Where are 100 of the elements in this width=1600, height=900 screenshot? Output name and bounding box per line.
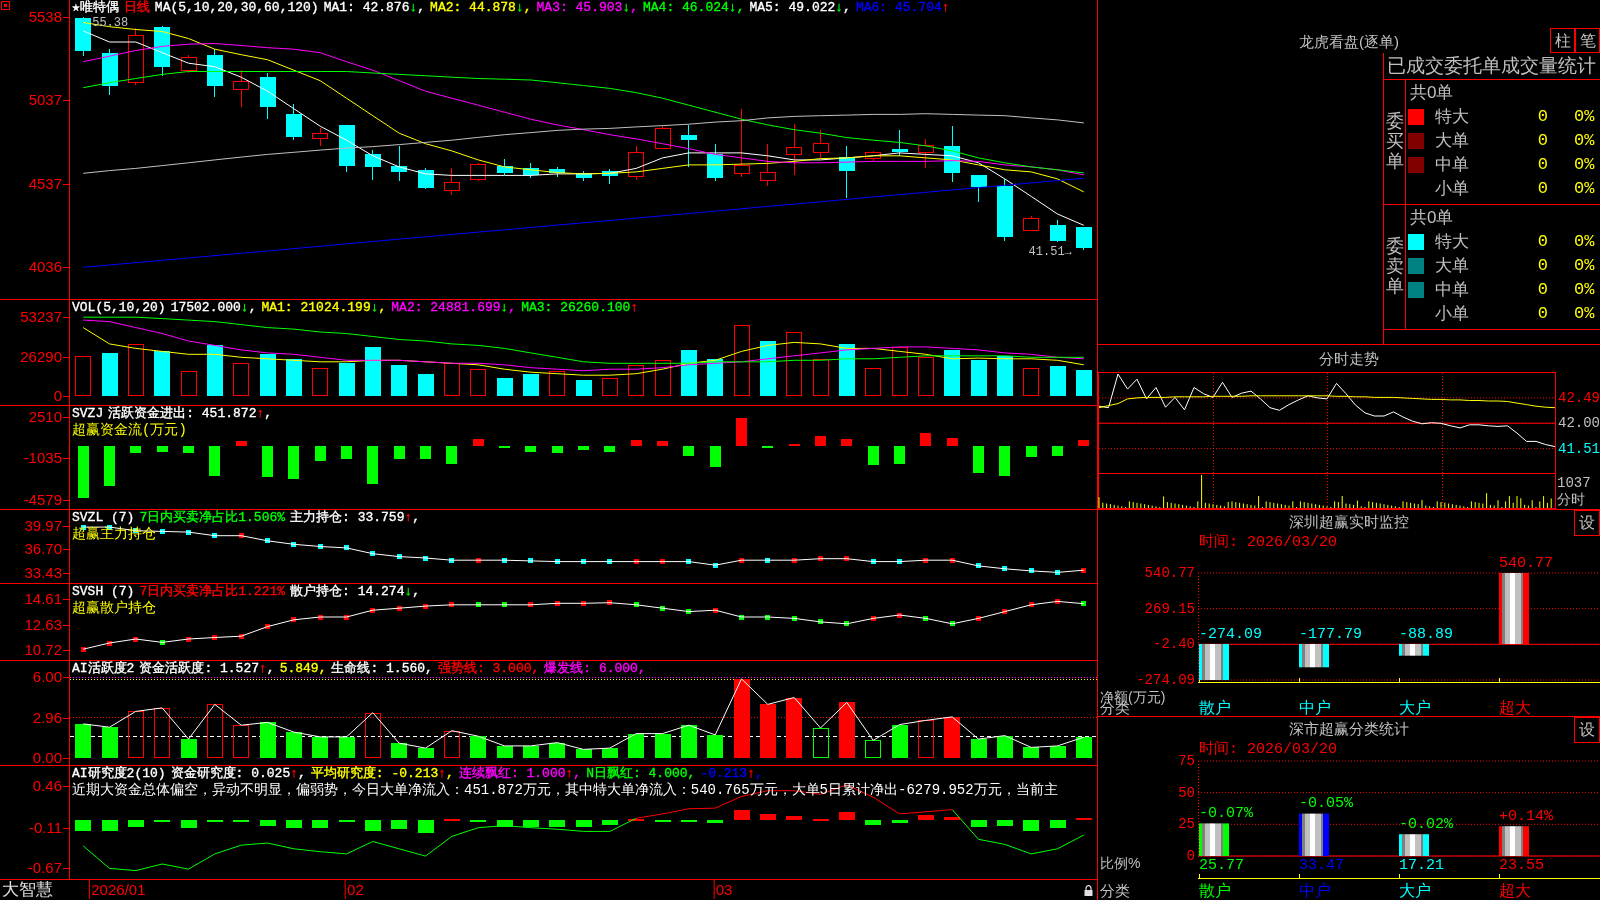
order-share: 0% [1574, 107, 1595, 127]
axis-label: 2.96 [32, 709, 62, 726]
chart-mode-button[interactable]: 笔 [1575, 28, 1600, 53]
candlestick [891, 129, 908, 157]
axis-label: 0.00 [32, 749, 62, 766]
candlestick [127, 27, 144, 86]
price-axis-label: 42.00 [1558, 415, 1600, 432]
indicator-text: 主力持仓: 33.759↑, [290, 510, 421, 525]
indicator-text: MA2: 24881.699↓, [391, 300, 517, 315]
indicator-text: 平均研究度: -0.213↑, [310, 766, 454, 781]
axis-label: 10.72 [24, 642, 62, 659]
candlestick [759, 143, 776, 187]
axis-label: 269.15 [1144, 600, 1195, 617]
indicator-text: 活跃资金进出: 451.872↑, [108, 406, 273, 421]
group-label: 委买单 [1385, 112, 1404, 172]
order-share: 0% [1574, 304, 1595, 324]
axis-label: -4579 [23, 491, 62, 508]
axis-label: -1035 [23, 450, 62, 467]
indicator-text: 7日内买卖净占比1.506% [139, 510, 286, 525]
bar-value-label: 540.77 [1499, 554, 1553, 572]
order-type: 小单 [1435, 179, 1469, 199]
volume-axis-label: 1037 [1557, 475, 1591, 491]
order-share: 0% [1574, 256, 1595, 276]
bar-value-label: -88.89 [1399, 625, 1453, 643]
candlestick [470, 162, 487, 182]
axis-label: 0 [1186, 848, 1195, 864]
indicator-text: 爆发线: 6.000, [544, 661, 646, 676]
order-share: 0% [1574, 155, 1595, 175]
indicator-text: 7日内买卖净占比1.221% [139, 584, 286, 599]
panel-title: 分时走势 [1319, 349, 1379, 368]
axis-label: 33.43 [24, 564, 62, 581]
candlestick [101, 48, 118, 96]
panel-title: 龙虎看盘(逐单) [1299, 33, 1399, 51]
candlestick [233, 69, 250, 108]
category-label: 散户 [1199, 698, 1231, 716]
candlestick [1049, 219, 1066, 243]
candlestick [364, 149, 381, 181]
candlestick [154, 25, 171, 77]
price-axis-label: 41.51 [1558, 440, 1600, 457]
bar-value-label: 17.21 [1399, 856, 1444, 874]
category-label: 大户 [1399, 881, 1431, 899]
order-count: 0 [1537, 304, 1548, 324]
axis-label: 0.46 [32, 778, 62, 795]
indicator-text: MA3: 45.903↓, [536, 0, 638, 15]
candlestick [496, 158, 513, 176]
lock-icon [1084, 885, 1093, 896]
bar-value-label: -177.79 [1299, 625, 1362, 643]
indicator-text: MA6: 45.704↑ [855, 0, 950, 15]
period-label: 分时 [1557, 491, 1585, 507]
change-label: -0.07% [1199, 804, 1253, 822]
settings-button[interactable]: 设 [1574, 717, 1600, 743]
candlestick [443, 167, 460, 196]
order-type: 特大 [1435, 232, 1469, 252]
axis-label: 26290 [20, 348, 62, 365]
candlestick [312, 127, 329, 147]
axis-label: 50 [1178, 784, 1195, 801]
axis-label: 36.70 [24, 541, 62, 558]
time-label: 时间: 2026/03/20 [1199, 534, 1338, 552]
candlestick [285, 103, 302, 141]
price-label: 41.51→ [1028, 245, 1072, 260]
order-type: 大单 [1435, 256, 1469, 276]
settings-button[interactable]: 设 [1574, 510, 1600, 536]
indicator-text: N日飘红: 4.000, [586, 766, 696, 781]
candlestick [654, 125, 671, 150]
bar-value-label: 23.55 [1499, 856, 1544, 874]
panel-title: 深圳超赢实时监控 [1289, 513, 1409, 531]
change-label: +0.14% [1499, 807, 1553, 825]
indicator-text: -0.213↑, [700, 766, 763, 781]
date-label: 2026/01 [89, 880, 146, 899]
candlestick [786, 123, 803, 176]
candlestick [549, 166, 566, 178]
candlestick [522, 162, 539, 179]
candlestick [1075, 226, 1092, 251]
order-count: 0 [1537, 131, 1548, 151]
candlestick [1023, 215, 1040, 232]
bar-value-label: -274.09 [1199, 625, 1262, 643]
indicator-text: SVSH (7) [72, 584, 135, 599]
indicator-text: 强势线: 3.000, [437, 661, 540, 676]
axis-label: 25 [1178, 816, 1195, 833]
order-share: 0% [1574, 280, 1595, 300]
axis-label: -274.09 [1136, 672, 1195, 688]
indicator-text: MA2: 44.878↓, [430, 0, 532, 15]
category-label: 大户 [1399, 698, 1431, 716]
order-type: 大单 [1435, 131, 1469, 151]
candlestick [970, 174, 987, 203]
chart-caption: 超赢资金流(万元) [72, 422, 187, 439]
candlestick [206, 48, 223, 98]
indicator-text: MA1: 42.876↓, [323, 0, 426, 15]
order-count: 0 [1537, 232, 1548, 252]
change-label: -0.05% [1299, 795, 1353, 813]
square-icon [1, 1, 10, 10]
chart-mode-button[interactable]: 柱 [1550, 28, 1575, 53]
candlestick [812, 129, 829, 159]
bar-value-label: 25.77 [1199, 856, 1244, 874]
indicator-text: 生命线: 1.560, [331, 661, 433, 676]
axis-label: 53237 [20, 308, 62, 325]
indicator-text: ★唯特偶 [72, 0, 119, 15]
category-label: 中户 [1299, 881, 1331, 899]
time-label: 时间: 2026/03/20 [1199, 741, 1338, 759]
order-count: 0 [1537, 280, 1548, 300]
